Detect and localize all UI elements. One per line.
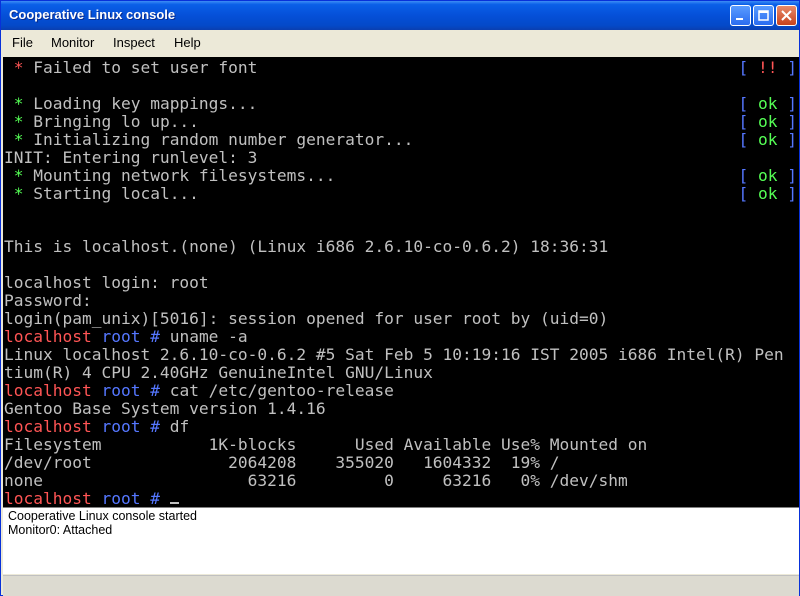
boot-status: [ !! ] [738, 58, 798, 77]
prompt-dir: root [101, 327, 141, 346]
menu-file[interactable]: File [12, 35, 33, 50]
boot-line: * Loading key mappings... [4, 94, 258, 113]
prompt-line-active[interactable]: localhost root # [4, 490, 179, 507]
prompt-line: localhost root # df [4, 418, 189, 436]
boot-bullet: * [13, 58, 24, 77]
output-line: Gentoo Base System version 1.4.16 [4, 399, 326, 418]
log-line: Monitor0: Attached [8, 523, 113, 537]
df-header: Filesystem 1K-blocks Used Available Use%… [4, 435, 648, 454]
boot-status: [ ok ] [738, 130, 798, 149]
prompt-symbol: # [150, 381, 160, 400]
init-line: INIT: Entering runlevel: 3 [4, 148, 258, 167]
boot-status: [ ok ] [738, 184, 798, 203]
boot-bullet: * [13, 166, 24, 185]
prompt-dir: root [101, 381, 141, 400]
boot-line: * Starting local... [4, 185, 199, 203]
output-line: Linux localhost 2.6.10-co-0.6.2 #5 Sat F… [4, 345, 784, 364]
boot-message: Initializing random number generator... [33, 130, 414, 149]
boot-bullet: * [13, 130, 24, 149]
banner-line: This is localhost.(none) (Linux i686 2.6… [4, 237, 609, 256]
boot-status: [ ok ] [738, 166, 798, 185]
boot-message: Bringing lo up... [33, 112, 199, 131]
prompt-host: localhost [4, 381, 92, 400]
password-line: Password: [4, 291, 92, 310]
log-line: Cooperative Linux console started [8, 509, 198, 523]
boot-bullet: * [13, 112, 24, 131]
prompt-host: localhost [4, 417, 92, 436]
df-row: /dev/root 2064208 355020 1604332 19% / [4, 453, 560, 472]
boot-message: Starting local... [33, 184, 199, 203]
command-text: df [169, 417, 190, 436]
prompt-line: localhost root # cat /etc/gentoo-release [4, 382, 394, 400]
close-button[interactable] [776, 5, 797, 26]
prompt-symbol: # [150, 327, 160, 346]
window-title: Cooperative Linux console [9, 7, 176, 22]
close-icon [781, 10, 792, 21]
status-bar [3, 575, 799, 596]
boot-status: [ ok ] [738, 94, 798, 113]
command-text: cat /etc/gentoo-release [169, 381, 394, 400]
boot-status: [ ok ] [738, 112, 798, 131]
prompt-dir: root [101, 417, 141, 436]
minimize-button[interactable] [730, 5, 751, 26]
prompt-symbol: # [150, 489, 160, 508]
output-line: tium(R) 4 CPU 2.40GHz GenuineIntel GNU/L… [4, 363, 433, 382]
text-cursor [169, 502, 179, 504]
boot-line: * Failed to set user font [4, 58, 258, 77]
boot-bullet: * [13, 94, 24, 113]
console-screen[interactable]: * Failed to set user font [ !! ] * Loadi… [3, 57, 799, 507]
boot-message: Mounting network filesystems... [33, 166, 336, 185]
console-window: Cooperative Linux console File Monitor I… [0, 0, 800, 596]
login-line: localhost login: root [4, 273, 209, 292]
boot-message: Failed to set user font [33, 58, 258, 77]
maximize-button[interactable] [753, 5, 774, 26]
prompt-line: localhost root # uname -a [4, 328, 248, 346]
minimize-icon [736, 18, 743, 20]
menu-monitor[interactable]: Monitor [51, 35, 94, 50]
log-panel[interactable]: Cooperative Linux console started Monito… [3, 507, 799, 574]
command-text: uname -a [169, 327, 248, 346]
menu-inspect[interactable]: Inspect [113, 35, 155, 50]
maximize-icon [758, 10, 769, 21]
boot-line: * Mounting network filesystems... [4, 166, 336, 185]
title-bar[interactable]: Cooperative Linux console [1, 1, 799, 30]
boot-line: * Bringing lo up... [4, 113, 199, 131]
boot-line: * Initializing random number generator..… [4, 130, 414, 149]
boot-message: Loading key mappings... [33, 94, 258, 113]
menu-bar: File Monitor Inspect Help [5, 31, 795, 53]
boot-bullet: * [13, 184, 24, 203]
prompt-symbol: # [150, 417, 160, 436]
prompt-host: localhost [4, 489, 92, 508]
pam-line: login(pam_unix)[5016]: session opened fo… [4, 309, 609, 328]
prompt-dir: root [101, 489, 141, 508]
prompt-host: localhost [4, 327, 92, 346]
df-row: none 63216 0 63216 0% /dev/shm [4, 471, 628, 490]
menu-help[interactable]: Help [174, 35, 201, 50]
